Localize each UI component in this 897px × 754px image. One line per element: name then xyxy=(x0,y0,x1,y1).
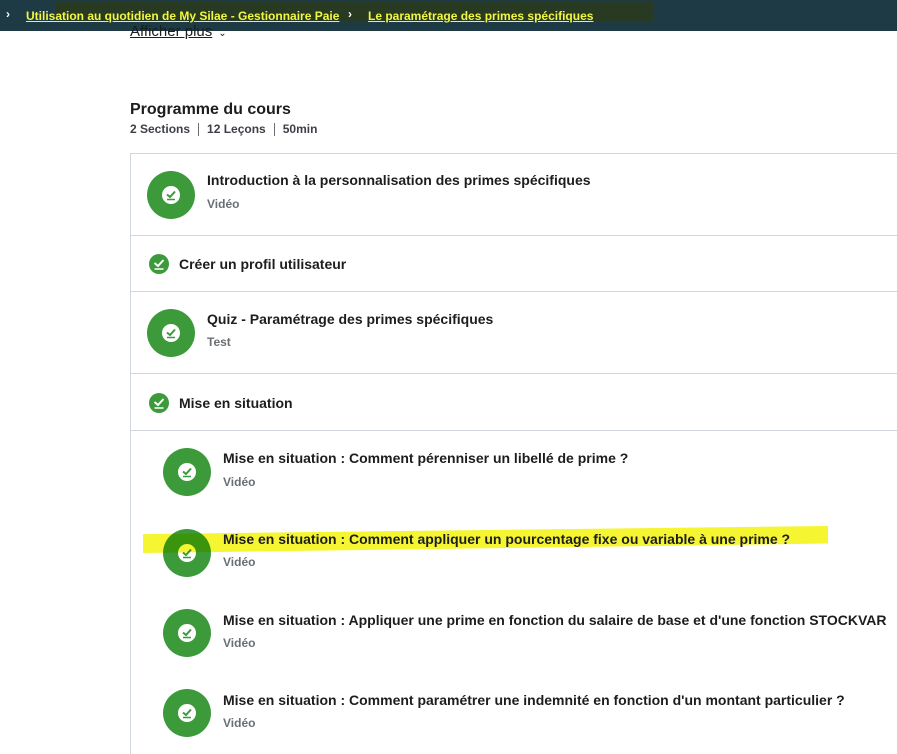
lesson-type: Vidéo xyxy=(207,197,240,211)
section-item[interactable]: Mise en situation xyxy=(131,374,897,431)
lesson-item[interactable]: Créer un profil utilisateur xyxy=(131,236,897,292)
lesson-type: Vidéo xyxy=(223,475,256,489)
lesson-type: Test xyxy=(207,335,231,349)
lesson-type: Vidéo xyxy=(223,555,256,569)
check-circle-icon xyxy=(147,171,195,219)
check-circle-icon xyxy=(163,448,211,496)
lesson-title: Mise en situation : Comment appliquer un… xyxy=(223,531,791,547)
lesson-item[interactable]: Mise en situation : Appliquer une prime … xyxy=(131,592,897,672)
lesson-title: Mise en situation : Comment paramétrer u… xyxy=(223,692,845,708)
chevron-right-icon: › xyxy=(6,7,10,21)
lesson-title: Mise en situation : Appliquer une prime … xyxy=(223,612,887,628)
lesson-title: Mise en situation : Comment pérenniser u… xyxy=(223,450,629,466)
breadcrumb-module-link[interactable]: Le paramétrage des primes spécifiques xyxy=(368,9,593,23)
section-title: Mise en situation xyxy=(179,395,293,411)
lesson-item[interactable]: Introduction à la personnalisation des p… xyxy=(131,154,897,236)
check-circle-icon xyxy=(163,609,211,657)
lesson-type: Vidéo xyxy=(223,636,256,650)
program-stats: 2 Sections 12 Leçons 50min xyxy=(130,123,325,136)
lesson-type: Vidéo xyxy=(223,716,256,730)
check-circle-icon xyxy=(149,393,169,413)
check-circle-icon xyxy=(147,309,195,357)
show-more-link[interactable]: Afficher plus ⌄ xyxy=(130,23,227,40)
duration: 50min xyxy=(273,123,326,136)
check-circle-icon xyxy=(149,254,169,274)
lesson-title: Introduction à la personnalisation des p… xyxy=(207,172,591,188)
program-title: Programme du cours xyxy=(130,101,291,118)
lesson-item[interactable]: Mise en situation : Comment pérenniser u… xyxy=(131,431,897,511)
lesson-title: Créer un profil utilisateur xyxy=(179,256,347,272)
sections-count: 2 Sections xyxy=(130,122,191,136)
lessons-count: 12 Leçons xyxy=(198,123,274,136)
check-circle-icon xyxy=(163,689,211,737)
lesson-item[interactable]: Quiz - Paramétrage des primes spécifique… xyxy=(131,292,897,374)
breadcrumb-course-link[interactable]: Utilisation au quotidien de My Silae - G… xyxy=(26,9,339,23)
curriculum-list: Introduction à la personnalisation des p… xyxy=(130,153,897,754)
lesson-item[interactable]: Mise en situation : Comment paramétrer u… xyxy=(131,672,897,752)
show-more-label: Afficher plus xyxy=(130,23,213,40)
chevron-right-icon: › xyxy=(348,7,352,21)
chevron-down-icon: ⌄ xyxy=(218,28,227,39)
lesson-title: Quiz - Paramétrage des primes spécifique… xyxy=(207,311,494,327)
